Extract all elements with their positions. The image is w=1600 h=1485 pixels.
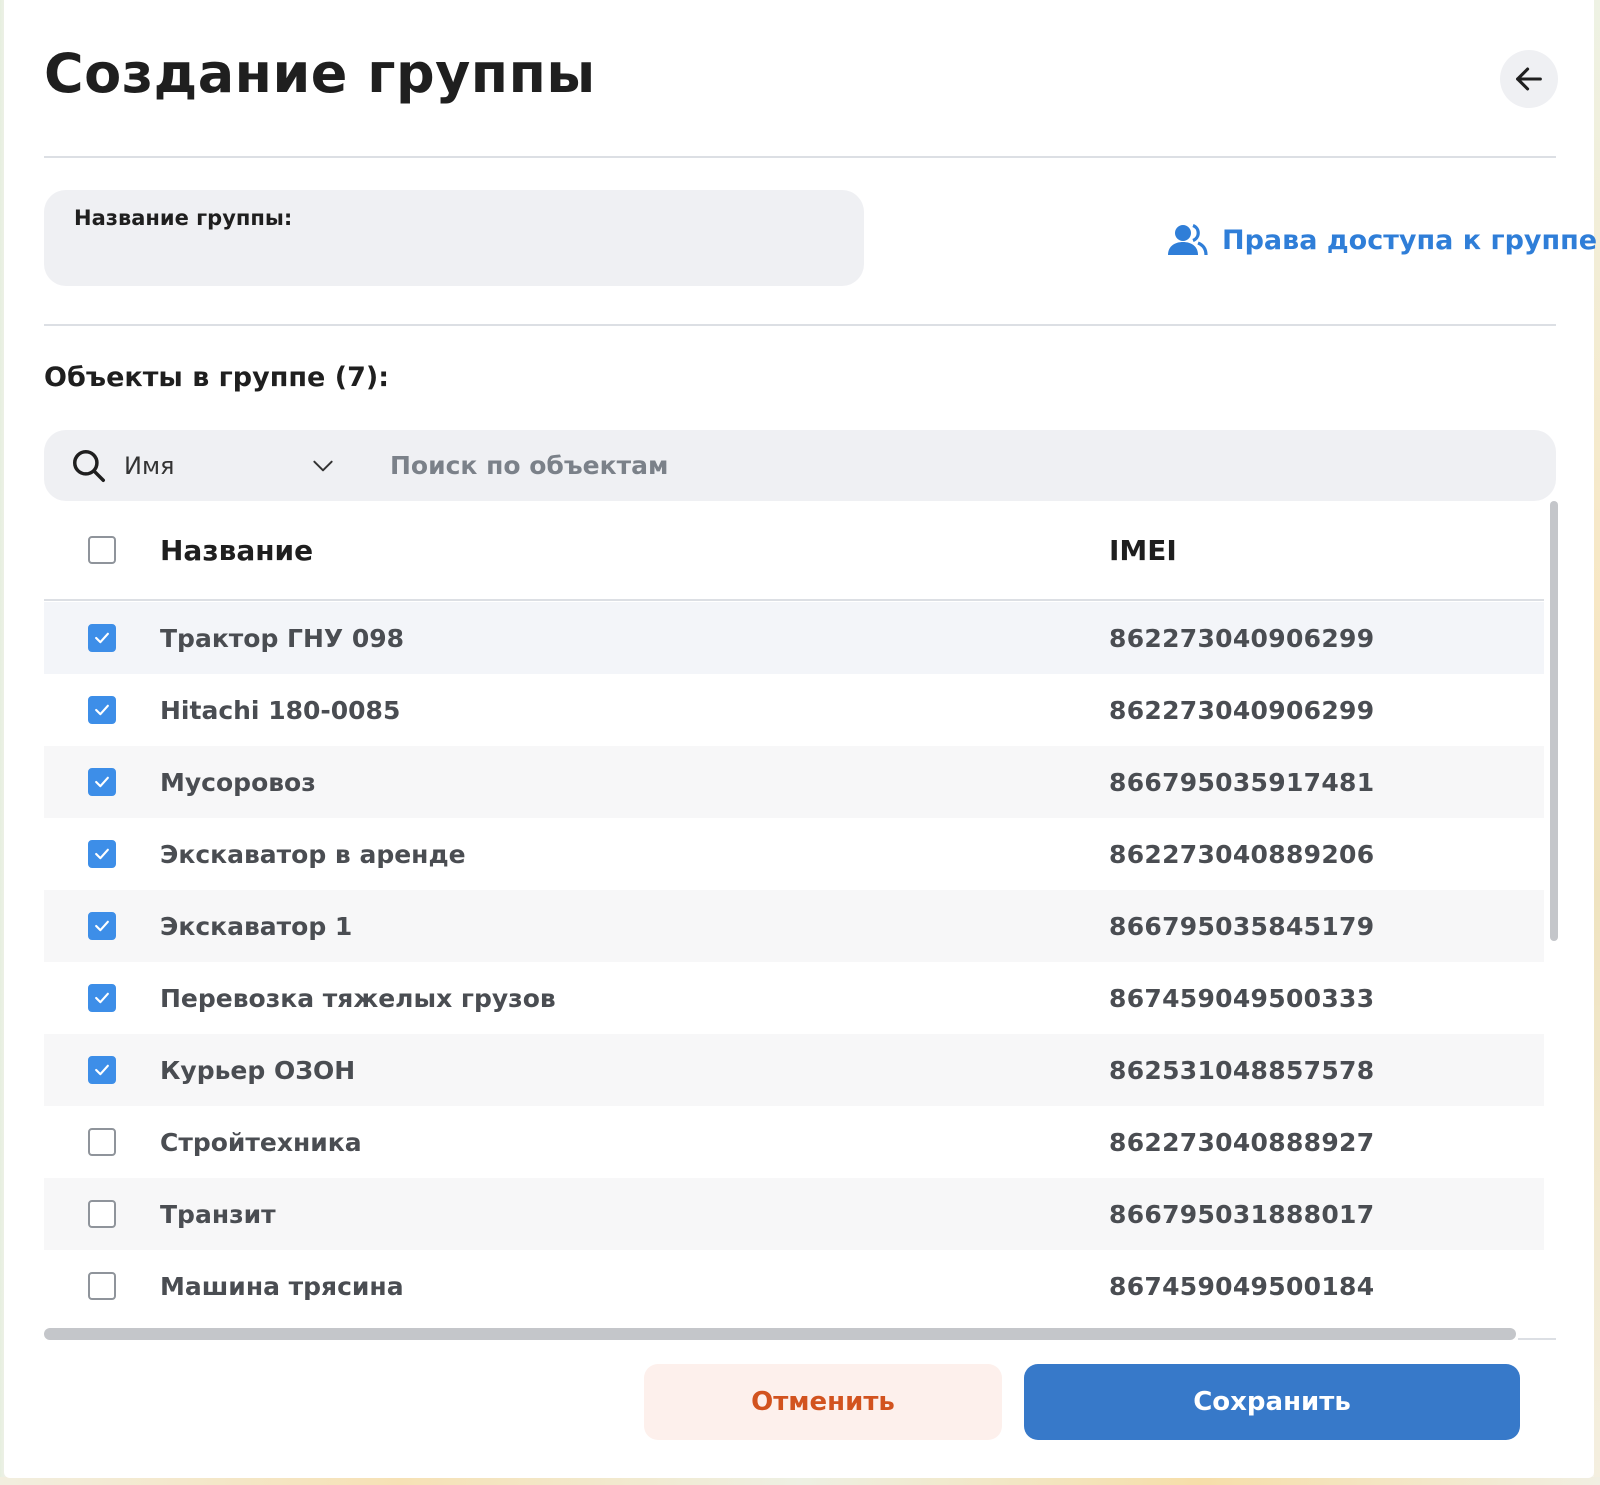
objects-table: Название IMEI Трактор ГНУ 098 86227304090… — [44, 501, 1556, 1337]
table-header: Название IMEI — [44, 501, 1544, 601]
column-header-imei: IMEI — [1109, 533, 1177, 567]
table-row[interactable]: Машина трясина 867459049500184 — [44, 1250, 1544, 1322]
object-imei: 862273040889206 — [1109, 839, 1375, 869]
objects-search-input[interactable] — [390, 451, 1556, 480]
object-name: Стройтехника — [160, 1127, 362, 1157]
checkmark-icon — [95, 632, 109, 644]
object-imei: 862273040888927 — [1109, 1127, 1375, 1157]
checkmark-icon — [95, 704, 109, 716]
checkmark-icon — [95, 848, 109, 860]
row-checkbox[interactable] — [88, 984, 116, 1012]
access-rights-label: Права доступа к группе — [1222, 224, 1598, 256]
object-name: Экскаватор в аренде — [160, 839, 466, 869]
divider — [1518, 1338, 1556, 1340]
object-name: Курьер ОЗОН — [160, 1055, 356, 1085]
object-imei: 862531048857578 — [1109, 1055, 1375, 1085]
create-group-panel: Создание группы Название группы: Права д… — [4, 0, 1597, 1478]
search-field-value: Имя — [124, 451, 175, 480]
table-row[interactable]: Транзит 866795031888017 — [44, 1178, 1544, 1250]
object-imei: 866795031888017 — [1109, 1199, 1375, 1229]
cancel-button[interactable]: Отменить — [644, 1364, 1002, 1440]
row-checkbox[interactable] — [88, 768, 116, 796]
checkmark-icon — [95, 920, 109, 932]
select-all-checkbox[interactable] — [88, 536, 116, 564]
row-checkbox[interactable] — [88, 1200, 116, 1228]
row-checkbox[interactable] — [88, 1272, 116, 1300]
object-name: Транзит — [160, 1199, 276, 1229]
map-edge-bottom — [0, 1477, 1600, 1485]
object-imei: 866795035845179 — [1109, 911, 1375, 941]
page-title: Создание группы — [44, 42, 596, 105]
table-row[interactable]: Трактор ГНУ 098 862273040906299 — [44, 602, 1544, 674]
row-checkbox[interactable] — [88, 1056, 116, 1084]
object-name: Мусоровоз — [160, 767, 316, 797]
object-imei: 862273040906299 — [1109, 623, 1375, 653]
table-row[interactable]: Перевозка тяжелых грузов 867459049500333 — [44, 962, 1544, 1034]
row-checkbox[interactable] — [88, 840, 116, 868]
search-icon — [70, 446, 110, 486]
object-name: Экскаватор 1 — [160, 911, 353, 941]
object-imei: 862273040906299 — [1109, 695, 1375, 725]
objects-section-label: Объекты в группе (7): — [44, 362, 390, 393]
checkmark-icon — [95, 992, 109, 1004]
column-header-name: Название — [160, 533, 314, 567]
vertical-scrollbar[interactable] — [1550, 501, 1558, 941]
save-button[interactable]: Сохранить — [1024, 1364, 1520, 1440]
table-row[interactable]: Экскаватор в аренде 862273040889206 — [44, 818, 1544, 890]
back-button[interactable] — [1500, 50, 1558, 108]
checkmark-icon — [95, 776, 109, 788]
access-rights-link[interactable]: Права доступа к группе — [1166, 218, 1597, 262]
group-name-input[interactable] — [74, 238, 834, 263]
object-name: Hitachi 180-0085 — [160, 695, 401, 725]
object-name: Перевозка тяжелых грузов — [160, 983, 556, 1013]
table-row[interactable]: Мусоровоз 866795035917481 — [44, 746, 1544, 818]
users-icon — [1168, 224, 1208, 256]
table-row[interactable]: Курьер ОЗОН 862531048857578 — [44, 1034, 1544, 1106]
search-field-select[interactable]: Имя — [124, 452, 336, 480]
object-imei: 867459049500333 — [1109, 983, 1375, 1013]
object-imei: 867459049500184 — [1109, 1271, 1375, 1301]
group-name-label: Название группы: — [74, 206, 293, 230]
checkmark-icon — [95, 1064, 109, 1076]
divider — [44, 324, 1556, 326]
object-imei: 866795035917481 — [1109, 767, 1375, 797]
table-body: Трактор ГНУ 098 862273040906299 Hitachi 18… — [44, 602, 1544, 1322]
table-row[interactable]: Экскаватор 1 866795035845179 — [44, 890, 1544, 962]
object-name: Трактор ГНУ 098 — [160, 623, 405, 653]
row-checkbox[interactable] — [88, 624, 116, 652]
divider — [44, 156, 1556, 158]
chevron-down-icon — [310, 453, 336, 479]
row-checkbox[interactable] — [88, 696, 116, 724]
horizontal-scrollbar[interactable] — [44, 1328, 1516, 1340]
table-row[interactable]: Стройтехника 862273040888927 — [44, 1106, 1544, 1178]
objects-search-bar: Имя — [44, 430, 1556, 501]
table-row[interactable]: Hitachi 180-0085 862273040906299 — [44, 674, 1544, 746]
row-checkbox[interactable] — [88, 912, 116, 940]
object-name: Машина трясина — [160, 1271, 404, 1301]
arrow-left-icon — [1516, 67, 1542, 91]
row-checkbox[interactable] — [88, 1128, 116, 1156]
group-name-field[interactable]: Название группы: — [44, 190, 864, 286]
